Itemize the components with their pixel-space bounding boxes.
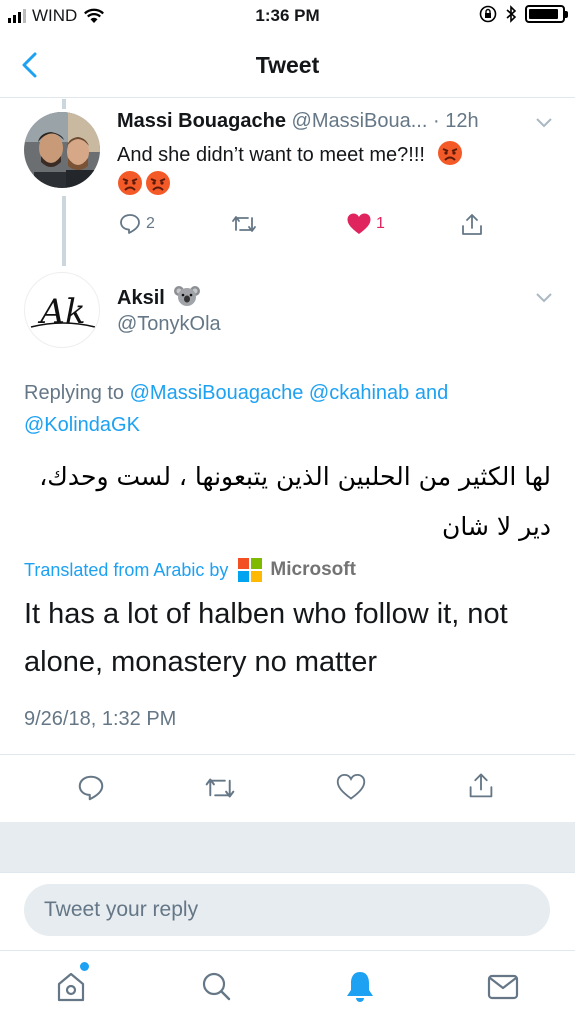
search-icon [202, 972, 231, 1001]
main-tweet-name-row: Aksil [117, 283, 202, 310]
replying-prefix: Replying to [24, 382, 130, 404]
home-icon [57, 972, 85, 1002]
angry-face-icon [118, 171, 142, 195]
like-button[interactable]: 1 [346, 212, 385, 236]
tab-bar [0, 950, 575, 1024]
thread-line-bottom [62, 196, 66, 266]
home-notification-dot [80, 962, 89, 971]
chevron-down-icon[interactable] [533, 111, 555, 133]
avatar-logo: Ak [30, 292, 96, 332]
mention-link[interactable]: @ckahinab [309, 382, 409, 404]
tweet-age: 12h [445, 110, 479, 132]
heart-outline-icon [336, 773, 366, 800]
share-icon [462, 214, 482, 235]
svg-text:Ak: Ak [37, 292, 85, 332]
microsoft-logo-icon [238, 558, 263, 582]
parent-tweet-body: And she didn’t want to meet me?!!! [117, 144, 425, 166]
translated-label: Translated from Arabic by [24, 559, 229, 580]
avatar-massi[interactable] [24, 112, 100, 188]
battery-icon [525, 5, 568, 23]
author-handle[interactable]: @TonykOla [117, 313, 221, 336]
reply-button[interactable]: 2 [118, 212, 155, 236]
koala-icon [174, 286, 201, 306]
replying-and: and [409, 382, 449, 404]
tab-search[interactable] [196, 966, 236, 1006]
battery-level [529, 9, 558, 19]
share-icon [469, 773, 493, 798]
replying-to: Replying to @MassiBouagache @ckahinab an… [24, 377, 554, 441]
messages-icon [487, 974, 519, 1000]
angry-face-icon [146, 171, 170, 195]
avatar-photo [24, 112, 100, 188]
author-name[interactable]: Massi Bouagache [117, 110, 286, 132]
bluetooth-icon [506, 5, 517, 23]
avatar-aksil[interactable]: Ak [24, 272, 100, 348]
original-tweet-text: لها الكثير من الحلبين الذين يتبعونها ، ل… [39, 462, 551, 541]
reply-button[interactable] [76, 773, 106, 803]
orientation-lock-icon [479, 5, 497, 23]
parent-tweet-header: Massi Bouagache @MassiBoua... · 12h [117, 110, 479, 133]
reply-icon [78, 775, 104, 801]
replies-separator [0, 822, 575, 872]
parent-tweet-text: And she didn’t want to meet me?!!! [117, 140, 527, 200]
retweet-icon [232, 216, 256, 232]
like-button[interactable] [336, 773, 366, 801]
retweet-button[interactable] [203, 773, 237, 803]
status-right [479, 5, 568, 23]
heart-filled-icon [347, 213, 371, 234]
retweet-button[interactable] [230, 212, 262, 236]
tab-home[interactable] [51, 962, 91, 1006]
angry-face-icon [437, 141, 462, 165]
page-title: Tweet [255, 52, 320, 78]
mention-link[interactable]: @KolindaGK [24, 414, 140, 436]
mention-link[interactable]: @MassiBouagache [130, 382, 304, 404]
tab-notifications[interactable] [340, 966, 380, 1006]
share-button[interactable] [466, 771, 496, 801]
thread-line-top [62, 99, 66, 109]
notifications-icon [347, 972, 373, 1002]
nav-bar: Tweet [0, 34, 575, 98]
chevron-down-icon[interactable] [533, 286, 555, 308]
tweet-timestamp: 9/26/18, 1:32 PM [24, 708, 177, 730]
tab-messages[interactable] [483, 966, 523, 1006]
reply-input[interactable]: Tweet your reply [24, 884, 550, 936]
reply-count: 2 [146, 215, 155, 232]
translation-attribution[interactable]: Translated from Arabic by Microsoft [24, 558, 356, 582]
like-count: 1 [376, 215, 385, 232]
author-handle[interactable]: @MassiBoua... [292, 110, 428, 132]
retweet-icon [205, 778, 235, 798]
share-button[interactable] [459, 212, 485, 238]
divider [0, 872, 575, 873]
divider [0, 754, 575, 755]
status-bar: WIND 1:36 PM [0, 0, 575, 34]
reply-icon [120, 214, 140, 234]
translator-name: Microsoft [270, 559, 356, 580]
separator: · [427, 110, 446, 132]
author-name[interactable]: Aksil [117, 287, 165, 309]
translated-tweet-text: It has a lot of halben who follow it, no… [24, 598, 508, 678]
